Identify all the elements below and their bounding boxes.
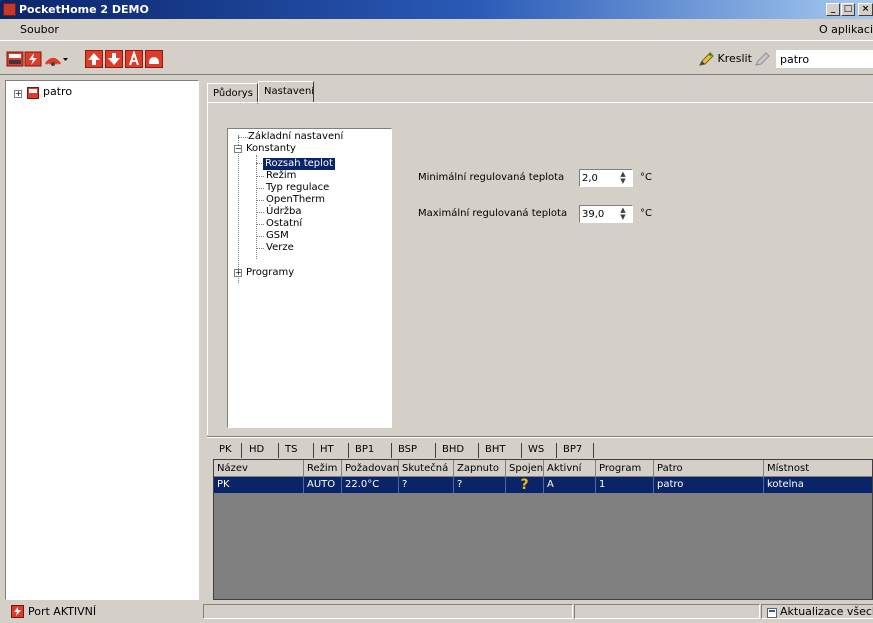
tab-bp7[interactable]: BP7 — [557, 440, 588, 460]
col-room[interactable]: Místnost — [764, 460, 872, 477]
menu-bar: Soubor O aplikaci — [0, 19, 873, 40]
tab-bsp[interactable]: BSP — [392, 440, 423, 460]
tab-pk[interactable]: PK — [213, 440, 238, 460]
tab-bp1[interactable]: BP1 — [349, 440, 380, 460]
question-icon: ? — [506, 477, 544, 493]
device-grid: Název Režim Požadovaná Skutečná Zapnuto … — [213, 459, 873, 600]
auto-mode-icon[interactable] — [125, 49, 143, 68]
cell-program: 1 — [596, 477, 654, 493]
min-temp-label: Minimální regulovaná teplota — [418, 172, 565, 183]
tree-expander[interactable]: + — [14, 90, 22, 98]
tree-node-constants[interactable]: Konstanty — [246, 143, 296, 155]
toolbar: Kreslit — [0, 40, 873, 75]
arrow-down-icon[interactable] — [105, 50, 123, 68]
spinner-arrows-icon[interactable]: ▲ ▼ — [616, 171, 630, 185]
maximize-button[interactable]: □ — [841, 3, 855, 16]
col-required[interactable]: Požadovaná — [342, 460, 399, 477]
cell-floor: patro — [654, 477, 764, 493]
max-temp-label: Maximální regulovaná teplota — [418, 208, 568, 219]
cell-room: kotelna — [764, 477, 872, 493]
title-bar: PocketHome 2 DEMO _ □ × — [0, 0, 873, 19]
menu-file[interactable]: Soubor — [20, 19, 59, 40]
min-temp-unit: °C — [640, 172, 652, 183]
tab-floorplan[interactable]: Půdorys — [207, 83, 258, 104]
tree-expander-constants[interactable]: − — [234, 145, 242, 153]
tab-hd[interactable]: HD — [243, 440, 270, 460]
grid-header: Název Režim Požadovaná Skutečná Zapnuto … — [214, 460, 872, 477]
max-temp-input[interactable] — [582, 207, 612, 221]
settings-tree: Základní nastavení − Konstanty Rozsah te… — [227, 128, 392, 428]
cell-name: PK — [214, 477, 304, 493]
col-program[interactable]: Program — [596, 460, 654, 477]
app-icon — [3, 3, 16, 16]
draw-label: Kreslit — [717, 52, 752, 65]
max-temp-spinner[interactable]: ▲▼ — [579, 205, 633, 223]
update-all-label: Aktualizace všech — [780, 605, 873, 618]
min-temp-spinner[interactable]: ▲▼ — [579, 169, 633, 187]
col-connection[interactable]: Spojení — [506, 460, 544, 477]
splitter[interactable] — [207, 436, 873, 438]
menu-about[interactable]: O aplikaci — [819, 19, 873, 40]
tab-bht[interactable]: BHT — [479, 440, 512, 460]
floor-input[interactable] — [776, 50, 873, 68]
off-mode-icon[interactable] — [145, 50, 163, 68]
col-name[interactable]: Název — [214, 460, 304, 477]
arrow-up-icon[interactable] — [85, 50, 103, 68]
col-mode[interactable]: Režim — [304, 460, 342, 477]
tab-ts[interactable]: TS — [279, 440, 303, 460]
tab-ws[interactable]: WS — [522, 440, 550, 460]
tab-ht[interactable]: HT — [314, 440, 340, 460]
minimize-button[interactable]: _ — [826, 3, 840, 16]
flash-icon[interactable] — [24, 50, 42, 68]
status-port-panel: Port AKTIVNÍ — [0, 604, 200, 619]
status-panel-3 — [574, 604, 760, 619]
spinner-arrows-icon[interactable]: ▲ ▼ — [616, 207, 630, 221]
col-active[interactable]: Aktivní — [544, 460, 596, 477]
tree-node-maintenance[interactable]: Údržba — [266, 206, 302, 218]
col-on[interactable]: Zapnuto — [454, 460, 506, 477]
tree-node-programs[interactable]: Programy — [246, 267, 294, 279]
cell-mode: AUTO — [304, 477, 342, 493]
wireless-icon[interactable] — [43, 50, 69, 68]
pencil-icon — [698, 52, 714, 66]
close-button[interactable]: × — [858, 3, 873, 16]
tree-node-basic[interactable]: Základní nastavení — [248, 131, 343, 143]
status-panel-2 — [203, 604, 573, 619]
tree-node-regulation-type[interactable]: Typ regulace — [266, 182, 329, 194]
tree-expander-programs[interactable]: + — [234, 269, 242, 277]
cell-actual: ? — [399, 477, 454, 493]
tree-node-mode[interactable]: Režim — [266, 170, 296, 182]
refresh-icon — [767, 607, 777, 618]
tab-settings[interactable]: Nastavení — [258, 81, 314, 103]
port-status-text: Port AKTIVNÍ — [28, 605, 97, 618]
cell-on: ? — [454, 477, 506, 493]
update-all-button[interactable]: Aktualizace všech — [761, 604, 873, 619]
pencil-gray-icon — [754, 52, 772, 72]
tree-root-label[interactable]: patro — [43, 85, 72, 98]
col-actual[interactable]: Skutečná — [399, 460, 454, 477]
tree-node-gsm[interactable]: GSM — [266, 230, 289, 242]
cell-active: A — [544, 477, 596, 493]
tree-node-version[interactable]: Verze — [266, 242, 294, 254]
max-temp-unit: °C — [640, 208, 652, 219]
floor-icon — [27, 87, 39, 99]
col-floor[interactable]: Patro — [654, 460, 764, 477]
min-temp-input[interactable] — [582, 171, 612, 185]
port-icon — [11, 605, 24, 618]
tree-node-opentherm[interactable]: OpenTherm — [266, 194, 325, 206]
draw-button[interactable]: Kreslit — [698, 50, 752, 68]
tree-node-other[interactable]: Ostatní — [266, 218, 302, 230]
floorplan-icon[interactable] — [6, 50, 24, 68]
table-row[interactable]: PK AUTO 22.0°C ? ? ? A 1 patro kotelna — [214, 477, 872, 493]
left-tree-panel: + patro — [5, 80, 199, 600]
tree-node-temp-range[interactable]: Rozsah teplot — [263, 158, 335, 170]
tab-bhd[interactable]: BHD — [436, 440, 470, 460]
status-bar: Port AKTIVNÍ Aktualizace všech — [0, 603, 873, 619]
cell-required: 22.0°C — [342, 477, 399, 493]
window-title: PocketHome 2 DEMO — [19, 3, 149, 16]
